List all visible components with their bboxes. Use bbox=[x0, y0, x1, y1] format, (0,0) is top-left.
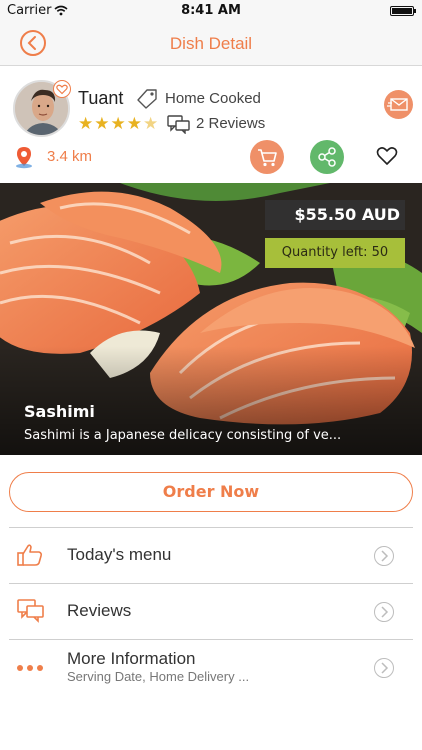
page-title: Dish Detail bbox=[169, 34, 253, 53]
cook-type-label: Home Cooked bbox=[165, 90, 261, 107]
location-pin-icon bbox=[16, 147, 32, 169]
menu-row-more-information[interactable]: More Information Serving Date, Home Deli… bbox=[9, 639, 413, 699]
star-half-icon: ★ bbox=[143, 114, 160, 134]
order-now-button[interactable]: Order Now bbox=[9, 472, 413, 512]
chevron-right-icon bbox=[374, 602, 394, 622]
tag-icon bbox=[137, 89, 157, 109]
envelope-icon bbox=[387, 98, 408, 111]
share-button[interactable] bbox=[310, 140, 344, 174]
share-icon bbox=[318, 147, 336, 167]
distance-label: 3.4 km bbox=[47, 148, 93, 165]
avatar-heart-badge[interactable] bbox=[53, 80, 71, 98]
thumbs-up-icon bbox=[17, 544, 43, 566]
menu-row-todays-menu[interactable]: Today's menu bbox=[9, 527, 413, 583]
status-time: 8:41 AM bbox=[181, 3, 241, 18]
menu-label: Today's menu bbox=[67, 545, 172, 564]
reviews-icon bbox=[167, 115, 190, 134]
menu-row-reviews[interactable]: Reviews bbox=[9, 583, 413, 639]
reviews-count-link[interactable]: 2 Reviews bbox=[196, 115, 265, 132]
heart-icon bbox=[56, 84, 68, 95]
message-button[interactable] bbox=[384, 90, 413, 119]
chat-bubbles-icon bbox=[17, 599, 44, 623]
nav-bar: Dish Detail bbox=[0, 22, 422, 66]
more-information-sublabel: Serving Date, Home Delivery ... bbox=[67, 669, 250, 684]
star-icon: ★ bbox=[94, 114, 111, 134]
star-icon: ★ bbox=[126, 114, 143, 134]
reviews-label: Reviews bbox=[67, 601, 132, 620]
star-icon: ★ bbox=[78, 114, 95, 134]
chevron-right-icon bbox=[374, 546, 394, 566]
chevron-right-icon bbox=[374, 658, 394, 678]
star-icon: ★ bbox=[110, 114, 127, 134]
more-dots-icon bbox=[17, 665, 43, 671]
price-tag: $55.50 AUD bbox=[265, 200, 405, 230]
quantity-left-badge: Quantity left: 50 bbox=[265, 238, 405, 268]
battery-icon bbox=[390, 6, 416, 16]
dish-description[interactable]: Sashimi is a Japanese delicacy consistin… bbox=[24, 428, 384, 443]
favorite-heart-icon[interactable] bbox=[376, 146, 398, 166]
star-rating: ★★★★★ bbox=[78, 114, 159, 134]
status-bar: Carrier 8:41 AM bbox=[0, 0, 422, 22]
cart-icon bbox=[258, 149, 277, 167]
more-information-label: More Information bbox=[67, 649, 196, 668]
dish-name: Sashimi bbox=[24, 402, 95, 421]
add-to-cart-button[interactable] bbox=[250, 140, 284, 174]
chef-name[interactable]: Tuant bbox=[78, 88, 123, 109]
